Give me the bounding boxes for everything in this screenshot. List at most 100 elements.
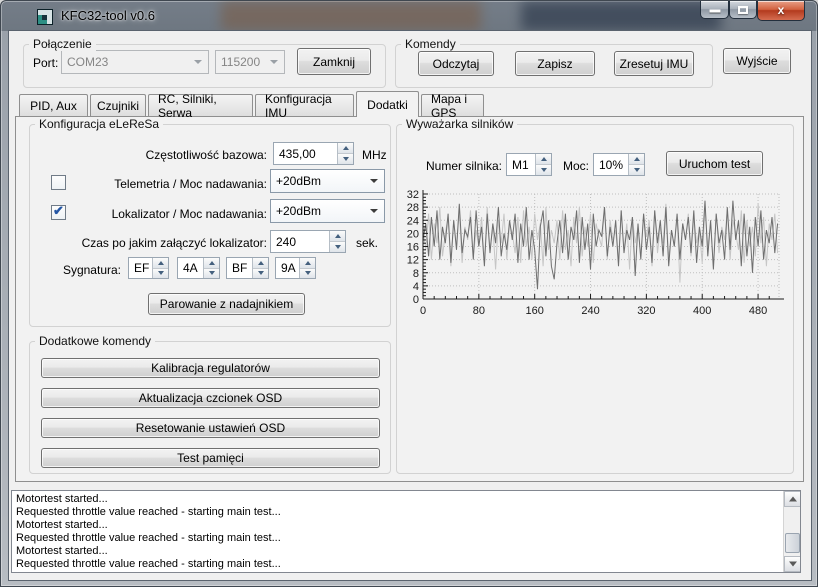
signature-byte-4-value: 9A — [276, 258, 299, 278]
spin-up-icon[interactable] — [204, 258, 219, 269]
chevron-down-icon — [270, 60, 278, 64]
tab-konfiguracja-imu[interactable]: Konfiguracja IMU — [255, 94, 354, 116]
tab-pid-aux[interactable]: PID, Aux — [19, 94, 88, 116]
signature-byte-2-spinner[interactable]: 4A — [177, 257, 220, 279]
spin-up-icon[interactable] — [330, 231, 345, 242]
maximize-button[interactable] — [729, 1, 757, 19]
chevron-down-icon — [370, 209, 378, 213]
calibrate-escs-button[interactable]: Kalibracja regulatorów — [41, 358, 380, 378]
locator-power-value: +20dBm — [276, 204, 370, 218]
port-select-value: COM23 — [67, 55, 194, 69]
log-output[interactable]: Motortest started... Requested throttle … — [11, 490, 801, 573]
spin-up-icon[interactable] — [253, 258, 268, 269]
spin-up-icon[interactable] — [536, 154, 551, 165]
write-button[interactable]: Zapisz — [515, 51, 595, 76]
base-freq-spinner[interactable]: 435,00 — [273, 142, 354, 165]
tab-mapa-gps[interactable]: Mapa i GPS — [421, 94, 484, 116]
close-button[interactable]: x — [757, 1, 805, 21]
disconnect-button[interactable]: Zamknij — [297, 48, 371, 75]
locator-delay-spinner[interactable]: 240 — [270, 230, 346, 253]
spin-down-icon[interactable] — [536, 165, 551, 175]
signature-byte-1-spinner[interactable]: EF — [128, 257, 169, 279]
svg-text:0: 0 — [420, 305, 426, 317]
log-line: Motortest started... — [12, 493, 782, 506]
svg-text:4: 4 — [413, 281, 419, 293]
svg-text:400: 400 — [693, 305, 711, 317]
spin-up-icon[interactable] — [629, 154, 644, 165]
log-line: Requested throttle value reached - start… — [12, 532, 782, 545]
telemetry-label: Telemetria / Moc nadawania: — [49, 177, 267, 191]
power-value: 10% — [594, 154, 628, 175]
svg-text:12: 12 — [407, 255, 419, 267]
spin-up-icon[interactable] — [300, 258, 315, 269]
memory-test-button[interactable]: Test pamięci — [41, 448, 380, 468]
app-icon — [37, 9, 53, 25]
telemetry-power-select[interactable]: +20dBm — [270, 169, 385, 193]
chevron-down-icon — [370, 179, 378, 183]
power-label: Moc: — [563, 159, 589, 173]
svg-text:20: 20 — [407, 228, 419, 240]
reset-osd-settings-button[interactable]: Resetowanie ustawień OSD — [41, 418, 380, 438]
tab-rc-silniki-serwa[interactable]: RC, Silniki, Serwa — [148, 94, 253, 116]
window-title: KFC32-tool v0.6 — [61, 8, 155, 23]
baudrate-select[interactable]: 115200 — [215, 50, 285, 74]
pair-transmitter-button[interactable]: Parowanie z nadajnikiem — [148, 293, 305, 315]
log-line: Motortest started... — [12, 545, 782, 558]
run-test-button[interactable]: Uruchom test — [666, 151, 763, 176]
close-icon: x — [758, 1, 804, 20]
exit-button[interactable]: Wyjście — [723, 48, 791, 74]
app-window: KFC32-tool v0.6 x Połączenie Port: COM23… — [0, 0, 818, 587]
minimize-icon — [709, 10, 720, 13]
aero-glass-blur — [221, 1, 481, 31]
signature-byte-1-value: EF — [129, 258, 152, 278]
eleres-group-label: Konfiguracja eLeReSa — [35, 117, 163, 131]
signature-byte-4-spinner[interactable]: 9A — [275, 257, 316, 279]
svg-text:80: 80 — [473, 305, 485, 317]
locator-power-select[interactable]: +20dBm — [270, 199, 385, 223]
spin-down-icon[interactable] — [153, 269, 168, 279]
read-button[interactable]: Odczytaj — [418, 51, 494, 76]
update-osd-fonts-button[interactable]: Aktualizacja czcionek OSD — [41, 388, 380, 408]
port-label: Port: — [33, 56, 58, 70]
scrollbar-thumb[interactable] — [785, 533, 800, 553]
signature-label: Sygnatura: — [29, 263, 121, 277]
svg-text:28: 28 — [407, 202, 419, 214]
commands-group-label: Komendy — [401, 37, 460, 51]
spin-down-icon[interactable] — [253, 269, 268, 279]
minimize-button[interactable] — [700, 1, 729, 19]
signature-byte-3-spinner[interactable]: BF — [226, 257, 269, 279]
spin-down-icon[interactable] — [330, 242, 345, 252]
scroll-down-icon[interactable] — [784, 556, 801, 572]
locator-delay-label: Czas po jakim załączyć lokalizator: — [29, 236, 267, 250]
port-select[interactable]: COM23 — [61, 50, 209, 74]
locator-delay-value: 240 — [271, 231, 329, 252]
titlebar[interactable]: KFC32-tool v0.6 x — [1, 1, 817, 31]
power-spinner[interactable]: 10% — [593, 153, 645, 176]
motor-number-spinner[interactable]: M1 — [506, 153, 552, 176]
scroll-up-icon[interactable] — [784, 491, 801, 507]
reset-imu-button[interactable]: Zresetuj IMU — [614, 51, 694, 76]
svg-text:8: 8 — [413, 268, 419, 280]
svg-text:0: 0 — [413, 294, 419, 306]
spin-down-icon[interactable] — [204, 269, 219, 279]
tab-dodatki[interactable]: Dodatki — [356, 91, 419, 117]
svg-text:32: 32 — [407, 189, 419, 201]
spin-down-icon[interactable] — [300, 269, 315, 279]
spin-up-icon[interactable] — [153, 258, 168, 269]
base-freq-label: Częstotliwość bazowa: — [49, 148, 267, 162]
motor-balancer-group-label: Wyważarka silników — [402, 117, 517, 131]
chevron-down-icon — [194, 60, 202, 64]
spin-down-icon[interactable] — [338, 154, 353, 164]
tab-czujniki[interactable]: Czujniki — [90, 94, 146, 116]
connection-group-label: Połączenie — [29, 37, 96, 51]
log-scrollbar[interactable] — [783, 491, 800, 572]
telemetry-power-value: +20dBm — [276, 174, 370, 188]
spin-up-icon[interactable] — [338, 143, 353, 154]
motor-test-chart: 080160240320400480048121620242832 — [399, 183, 799, 331]
spin-down-icon[interactable] — [629, 165, 644, 175]
baudrate-select-value: 115200 — [221, 55, 270, 69]
svg-text:160: 160 — [526, 305, 544, 317]
log-line: Requested throttle value reached - start… — [12, 558, 782, 571]
motor-number-label: Numer silnika: — [426, 159, 502, 173]
locator-delay-unit: sek. — [356, 236, 378, 250]
